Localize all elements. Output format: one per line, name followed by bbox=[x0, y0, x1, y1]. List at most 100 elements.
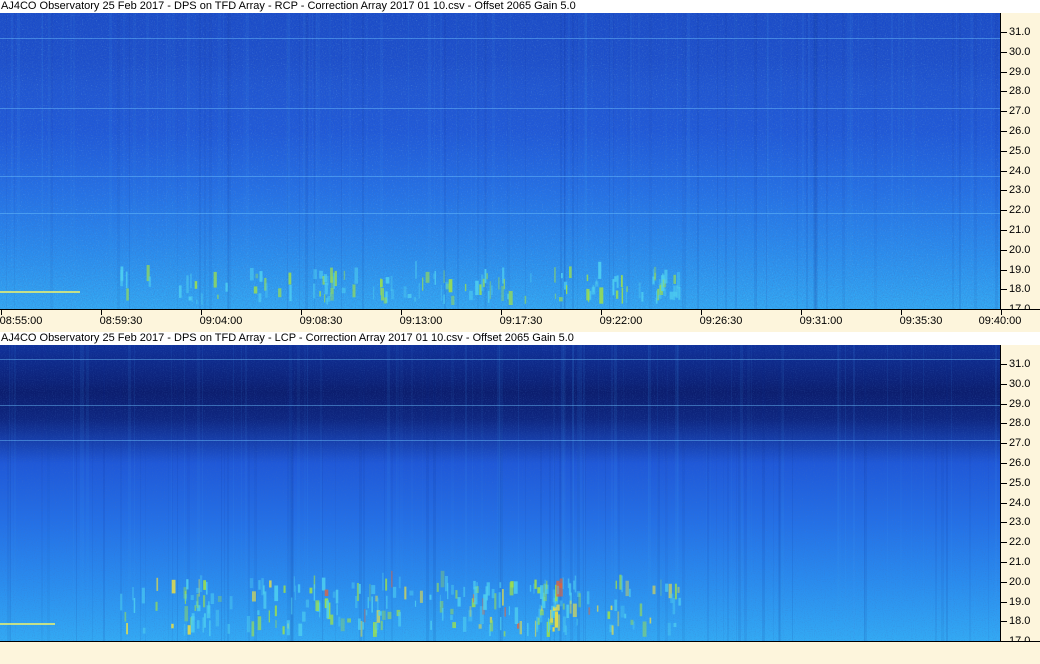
burst-mark bbox=[463, 586, 466, 597]
burst-mark bbox=[617, 611, 620, 627]
burst-mark bbox=[607, 611, 611, 619]
time-tick-label: 09:04:00 bbox=[199, 315, 243, 327]
rcp-spectrogram[interactable] bbox=[0, 13, 1000, 309]
frequency-tick-label: 18.0 bbox=[1009, 283, 1031, 296]
burst-mark bbox=[586, 274, 589, 282]
burst-mark bbox=[358, 584, 361, 594]
burst-mark bbox=[673, 274, 676, 284]
burst-mark bbox=[619, 574, 622, 590]
frequency-tick-label: 23.0 bbox=[1009, 516, 1031, 529]
burst-mark bbox=[566, 285, 568, 295]
burst-mark bbox=[309, 587, 313, 594]
frequency-tick-label: 21.0 bbox=[1009, 556, 1031, 568]
lcp-spectrogram[interactable] bbox=[0, 345, 1000, 641]
burst-mark bbox=[404, 586, 407, 600]
frequency-tick-label: 30.0 bbox=[1009, 377, 1031, 390]
burst-mark bbox=[425, 271, 430, 283]
burst-mark bbox=[343, 270, 346, 280]
burst-mark bbox=[564, 625, 567, 635]
burst-mark bbox=[398, 576, 401, 589]
interference-segment bbox=[0, 291, 80, 293]
burst-mark bbox=[566, 604, 569, 619]
burst-mark bbox=[190, 595, 194, 600]
burst-mark bbox=[288, 272, 292, 285]
burst-mark bbox=[678, 287, 681, 300]
burst-mark bbox=[491, 285, 493, 296]
burst-mark bbox=[656, 290, 658, 303]
burst-mark bbox=[674, 583, 677, 600]
time-tick-label: 09:35:30 bbox=[899, 315, 943, 327]
burst-mark bbox=[639, 603, 643, 617]
burst-mark bbox=[274, 605, 277, 617]
burst-mark bbox=[664, 269, 668, 284]
burst-mark bbox=[629, 588, 631, 598]
burst-mark bbox=[124, 612, 127, 622]
burst-mark bbox=[561, 273, 563, 279]
burst-mark bbox=[334, 270, 337, 287]
burst-mark bbox=[391, 570, 393, 588]
burst-mark bbox=[469, 290, 473, 300]
burst-mark bbox=[125, 271, 128, 288]
burst-mark bbox=[464, 283, 467, 292]
burst-mark bbox=[120, 270, 123, 287]
burst-mark bbox=[246, 616, 251, 633]
burst-mark bbox=[293, 576, 295, 592]
burst-mark bbox=[469, 606, 472, 617]
burst-mark bbox=[514, 607, 519, 624]
burst-mark bbox=[335, 589, 339, 604]
frequency-tick-label: 26.0 bbox=[1009, 457, 1031, 469]
burst-mark bbox=[257, 616, 262, 631]
burst-mark bbox=[599, 287, 604, 304]
burst-mark bbox=[443, 294, 445, 304]
frequency-tick-label: 29.0 bbox=[1009, 397, 1031, 410]
burst-mark bbox=[430, 620, 432, 630]
burst-mark bbox=[660, 579, 662, 596]
burst-mark bbox=[155, 601, 158, 611]
burst-mark bbox=[486, 582, 490, 596]
rcp-spectrogram-svg bbox=[0, 13, 1000, 309]
burst-mark bbox=[630, 619, 634, 625]
burst-mark bbox=[338, 616, 341, 627]
lcp-frequency-axis: 31.0 30.0 29.0 28.0 27.0 26.0 25.0 24.0 23.0 22.0… bbox=[1000, 345, 1040, 647]
burst-mark bbox=[351, 582, 355, 589]
burst-mark bbox=[313, 584, 316, 601]
burst-mark bbox=[534, 620, 537, 637]
burst-mark bbox=[620, 275, 623, 287]
frequency-tick-label: 19.0 bbox=[1009, 263, 1031, 276]
burst-mark bbox=[302, 611, 306, 622]
burst-mark bbox=[213, 271, 217, 288]
burst-mark bbox=[255, 273, 259, 279]
frequency-tick bbox=[1001, 522, 1007, 524]
burst-mark bbox=[499, 582, 502, 588]
frequency-tick bbox=[1001, 111, 1007, 113]
burst-mark bbox=[191, 616, 195, 633]
burst-mark bbox=[274, 585, 279, 602]
burst-mark bbox=[673, 622, 677, 627]
burst-mark bbox=[259, 271, 263, 282]
frequency-tick bbox=[1001, 443, 1007, 445]
frequency-tick-label: 24.0 bbox=[1009, 496, 1031, 509]
burst-mark bbox=[554, 267, 556, 283]
burst-mark bbox=[305, 599, 309, 608]
burst-mark bbox=[378, 611, 382, 616]
time-tick-label: 08:59:30 bbox=[99, 315, 143, 327]
burst-mark bbox=[364, 609, 366, 623]
burst-mark bbox=[330, 287, 334, 301]
burst-mark bbox=[546, 580, 548, 590]
burst-mark bbox=[534, 579, 537, 589]
burst-mark bbox=[200, 293, 203, 305]
burst-mark bbox=[434, 271, 436, 285]
frequency-tick bbox=[1001, 482, 1007, 484]
frequency-tick bbox=[1001, 131, 1007, 132]
burst-mark bbox=[429, 594, 432, 600]
frequency-tick-label: 31.0 bbox=[1009, 358, 1031, 370]
frequency-tick bbox=[1001, 91, 1007, 93]
burst-mark bbox=[196, 587, 200, 593]
burst-mark bbox=[330, 614, 334, 625]
frequency-tick bbox=[1001, 502, 1007, 504]
burst-mark bbox=[414, 297, 417, 302]
burst-mark bbox=[126, 623, 128, 635]
time-tick-label: 09:13:00 bbox=[399, 315, 443, 327]
frequency-tick bbox=[1001, 170, 1007, 172]
burst-mark bbox=[615, 290, 619, 299]
